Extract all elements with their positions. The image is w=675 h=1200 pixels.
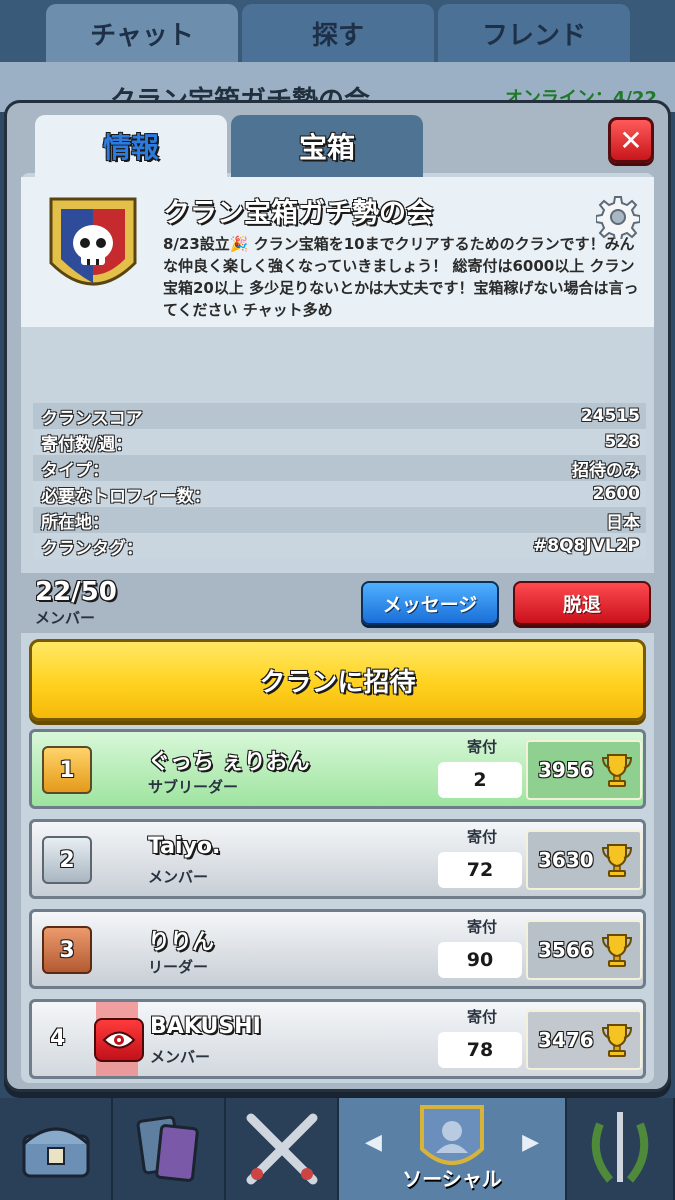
trophy-icon [601,1024,633,1057]
trophy-icon [601,934,633,967]
member-count-label: メンバー [35,609,96,627]
invite-button[interactable]: クランに招待 [29,639,646,721]
stat-row-score: クランスコア 24515 [33,403,646,429]
stat-value: 528 [604,432,641,452]
stat-value: 招待のみ [572,460,640,481]
stat-label: クランスコア [41,408,143,429]
member-name: Taiyo. [148,834,221,859]
clan-stats-table: クランスコア 24515 寄付数/週： 528 タイプ： 招待のみ 必要なトロフ… [33,403,646,559]
trophy-count: 3630 [526,830,642,890]
stat-value: #8Q8JVL2P [533,536,640,556]
trophy-value: 3630 [538,848,594,872]
stat-row-location: 所在地： 日本 [33,507,646,533]
stat-label: 必要なトロフィー数： [41,486,211,507]
member-count: 22/50 [35,577,117,607]
stat-row-clan-tag: クランタグ： #8Q8JVL2P [33,533,646,559]
nav-social-label: ソーシャル [402,1167,502,1191]
stat-label: タイプ： [41,460,109,481]
rank-badge: 1 [42,746,92,794]
laurel-sword-icon [591,1112,649,1183]
close-button[interactable]: ✕ [608,117,654,163]
stat-value: 2600 [592,484,640,504]
stat-row-type: タイプ： 招待のみ [33,455,646,481]
trophy-icon [601,754,633,787]
member-role: メンバー [150,1048,211,1066]
nav-battle[interactable] [226,1098,339,1200]
stat-value: 日本 [606,512,640,533]
clan-header: クラン宝箱ガチ勢の会 8/23設立🎉 クラン宝箱を10までクリアするためのクラン… [21,177,654,327]
trophy-count: 3566 [526,920,642,980]
clan-modal: クラン ✕ 情報 宝箱 クラン宝箱ガチ勢の会 8/23設立🎉 クラン宝箱を10 [4,100,671,1092]
member-row[interactable]: 2 Taiyo. メンバー 寄付 72 3630 [29,819,646,899]
tab-info[interactable]: 情報 [35,115,227,177]
member-name: BAKUSHI [150,1014,261,1039]
trophy-value: 3566 [538,938,594,962]
bottom-nav: ◀ ▶ ソーシャル [0,1098,675,1200]
nav-social[interactable]: ◀ ▶ ソーシャル [339,1098,567,1200]
stat-label: クランタグ： [41,538,143,559]
tab-friends[interactable]: フレンド [438,4,630,62]
member-role: リーダー [148,958,209,976]
close-icon: ✕ [619,123,643,157]
member-row[interactable]: 3 りりん リーダー 寄付 90 3566 [29,909,646,989]
top-tab-bar: チャット 探す フレンド [0,0,675,62]
nav-left-arrow-icon[interactable]: ◀ [365,1130,382,1155]
stat-label: 寄付数/週： [41,434,133,455]
clan-description: 8/23設立🎉 クラン宝箱を10までクリアするためのクランです！みんな仲良く楽し… [163,235,639,319]
member-role: サブリーダー [148,778,239,796]
crossed-swords-icon [246,1113,317,1185]
stat-label: 所在地： [41,512,109,533]
member-row[interactable]: 4 BAKUSHI メンバー 寄付 78 3476 [29,999,646,1079]
donation-label: 寄付 [466,1008,497,1026]
tab-search[interactable]: 探す [242,4,434,62]
stat-row-donations: 寄付数/週： 528 [33,429,646,455]
clan-badge-skull-icon [49,197,137,286]
stat-value: 24515 [580,406,640,426]
trophy-value: 3476 [538,1028,594,1052]
trophy-icon [601,844,633,877]
nav-shop[interactable] [0,1098,113,1200]
nav-events[interactable] [567,1098,675,1200]
message-button[interactable]: メッセージ [361,581,499,625]
spectate-button[interactable] [94,1018,144,1062]
rank-number: 4 [50,1026,66,1051]
leave-button[interactable]: 脱退 [513,581,651,625]
tab-info-label: 情報 [102,131,159,164]
cards-icon [136,1115,199,1182]
clan-name: クラン宝箱ガチ勢の会 [163,198,433,229]
chest-icon [22,1127,89,1178]
rank-badge: 3 [42,926,92,974]
nav-cards[interactable] [113,1098,226,1200]
stat-row-required-trophies: 必要なトロフィー数： 2600 [33,481,646,507]
donation-count: 72 [438,852,522,888]
trophy-value: 3956 [538,758,594,782]
eye-icon [102,1031,136,1049]
tab-chest[interactable]: 宝箱 [231,115,423,177]
donation-count: 2 [438,762,522,798]
member-role: メンバー [148,868,209,886]
member-name: ぐっち ぇりおん [148,750,310,775]
donation-count: 78 [438,1032,522,1068]
nav-right-arrow-icon[interactable]: ▶ [522,1130,539,1155]
donation-count: 90 [438,942,522,978]
rank-badge: 2 [42,836,92,884]
tab-chat[interactable]: チャット [46,4,238,62]
tab-chest-label: 宝箱 [298,131,355,164]
donation-label: 寄付 [466,918,497,936]
trophy-count: 3476 [526,1010,642,1070]
member-row[interactable]: 1 ぐっち ぇりおん サブリーダー 寄付 2 3956 [29,729,646,809]
donation-label: 寄付 [466,828,497,846]
member-bar: 22/50 メンバー メッセージ 脱退 [21,573,654,633]
donation-label: 寄付 [466,738,497,756]
member-name: りりん [148,930,215,955]
trophy-count: 3956 [526,740,642,800]
